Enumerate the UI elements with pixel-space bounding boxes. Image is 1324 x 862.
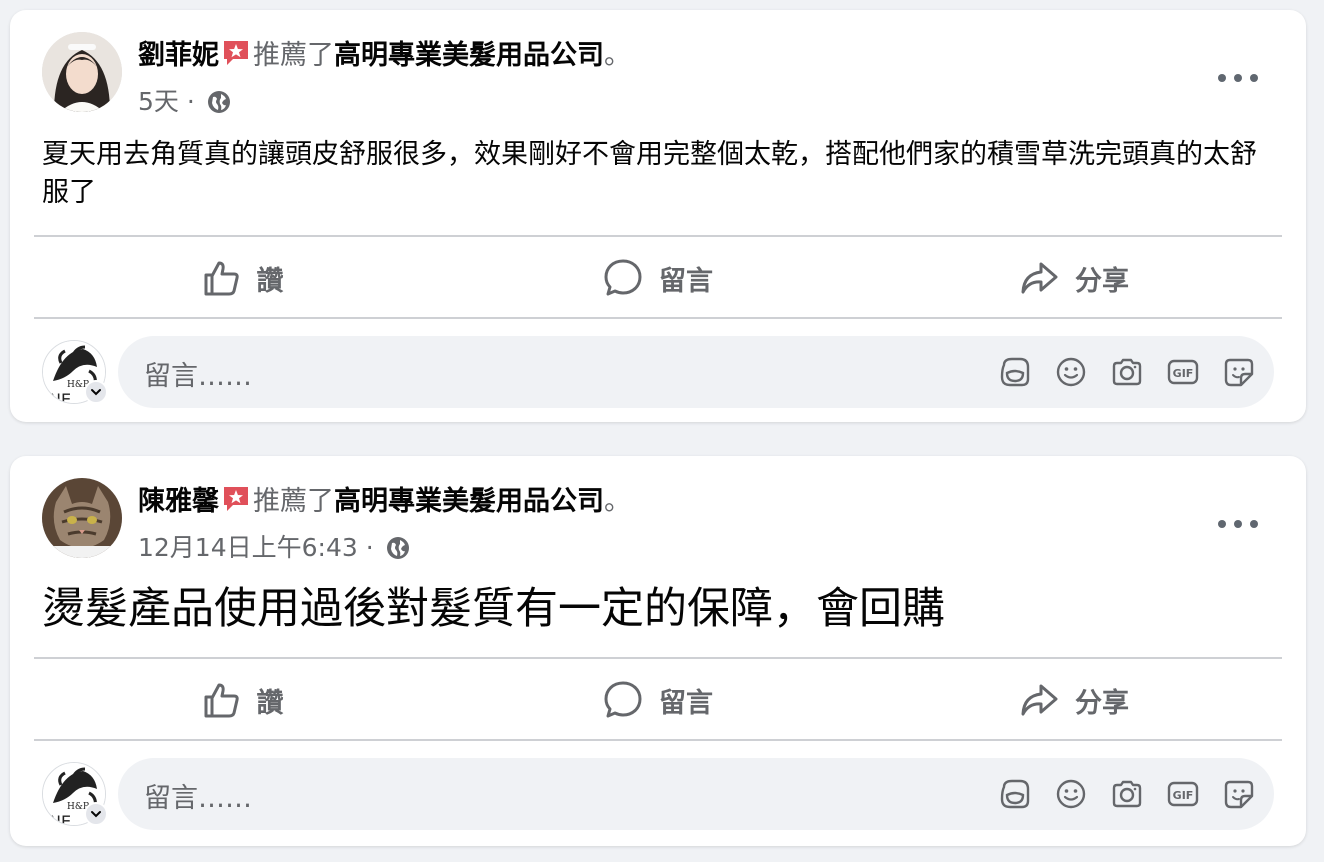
page-name[interactable]: 高明專業美髮用品公司 xyxy=(334,40,604,71)
comment-composer: H&R NE 留言…… GIF xyxy=(42,758,1274,832)
speech-bubble-icon xyxy=(604,681,642,718)
post-card: 陳雅馨 推薦了高明專業美髮用品公司。 12月14日上午6:43 · 燙髮產品使用過… xyxy=(10,456,1306,846)
sticker-button[interactable] xyxy=(1220,774,1258,814)
share-button[interactable]: 分享 xyxy=(866,660,1282,740)
composer-tools: GIF xyxy=(996,774,1258,814)
thumbs-up-icon xyxy=(204,683,239,718)
author-avatar[interactable] xyxy=(42,478,122,558)
emoji-icon xyxy=(1056,779,1086,809)
comment-label: 留言 xyxy=(659,265,713,297)
comment-button[interactable]: 留言 xyxy=(450,660,866,740)
divider xyxy=(34,657,1282,659)
svg-text:GIF: GIF xyxy=(1173,789,1194,802)
chevron-down-icon[interactable] xyxy=(84,380,108,404)
post-time[interactable]: 12月14日上午6:43 xyxy=(138,533,358,562)
sticker-icon xyxy=(1224,780,1254,809)
post-title: 劉菲妮 推薦了高明專業美髮用品公司。 xyxy=(138,38,631,73)
divider xyxy=(34,235,1282,237)
sticker-button[interactable] xyxy=(1220,352,1258,392)
meta-separator: · xyxy=(365,533,374,562)
post-title: 陳雅馨 推薦了高明專業美髮用品公司。 xyxy=(138,484,631,519)
gif-icon: GIF xyxy=(1167,781,1199,807)
comment-label: 留言 xyxy=(659,687,713,719)
sticker-icon xyxy=(1224,358,1254,387)
avatar-sticker-button[interactable] xyxy=(996,774,1034,814)
speech-bubble-icon xyxy=(604,259,642,296)
chevron-down-icon[interactable] xyxy=(84,802,108,826)
camera-button[interactable] xyxy=(1108,774,1146,814)
emoji-button[interactable] xyxy=(1052,352,1090,392)
recommend-verb: 推薦了 xyxy=(253,40,334,71)
emoji-button[interactable] xyxy=(1052,774,1090,814)
comment-placeholder: 留言…… xyxy=(144,361,252,392)
comment-input[interactable]: 留言…… GIF xyxy=(118,336,1274,408)
post-meta: 12月14日上午6:43 · xyxy=(138,528,410,564)
comment-button[interactable]: 留言 xyxy=(450,238,866,318)
post-actions: 讚 留言 分享 xyxy=(34,238,1282,318)
post-body: 夏天用去角質真的讓頭皮舒服很多，效果剛好不會用完整個太乾，搭配他們家的積雪草洗完… xyxy=(42,139,1257,208)
post-card: 劉菲妮 推薦了高明專業美髮用品公司。 5天 · 夏天用去角質真的讓頭皮舒服很多，效… xyxy=(10,10,1306,422)
author-name[interactable]: 陳雅馨 xyxy=(138,486,219,517)
like-label: 讚 xyxy=(256,687,284,719)
like-label: 讚 xyxy=(256,265,284,297)
post-meta: 5天 · xyxy=(138,82,231,118)
emoji-icon xyxy=(1056,357,1086,387)
star-tag-icon xyxy=(224,41,248,65)
meta-separator: · xyxy=(186,87,195,116)
more-options-button[interactable] xyxy=(1218,514,1258,534)
title-end: 。 xyxy=(604,40,631,71)
post-header: 陳雅馨 推薦了高明專業美髮用品公司。 12月14日上午6:43 · xyxy=(42,478,1306,562)
camera-icon xyxy=(1112,780,1142,808)
recommend-verb: 推薦了 xyxy=(253,486,334,517)
divider xyxy=(34,739,1282,741)
like-button[interactable]: 讚 xyxy=(34,238,450,318)
share-label: 分享 xyxy=(1075,265,1129,297)
page-name[interactable]: 高明專業美髮用品公司 xyxy=(334,486,604,517)
comment-placeholder: 留言…… xyxy=(144,783,252,814)
avatar-sticker-icon xyxy=(1000,357,1030,387)
title-end: 。 xyxy=(604,486,631,517)
post-actions: 讚 留言 分享 xyxy=(34,660,1282,740)
avatar-sticker-button[interactable] xyxy=(996,352,1034,392)
svg-text:NE: NE xyxy=(49,812,71,826)
like-button[interactable]: 讚 xyxy=(34,660,450,740)
gif-button[interactable]: GIF xyxy=(1164,352,1202,392)
svg-text:NE: NE xyxy=(49,390,71,404)
author-name[interactable]: 劉菲妮 xyxy=(138,40,219,71)
gif-button[interactable]: GIF xyxy=(1164,774,1202,814)
comment-input[interactable]: 留言…… GIF xyxy=(118,758,1274,830)
share-button[interactable]: 分享 xyxy=(866,238,1282,318)
author-avatar[interactable] xyxy=(42,32,122,112)
gif-icon: GIF xyxy=(1167,359,1199,385)
comment-composer: H&R NE 留言…… GIF xyxy=(42,336,1274,410)
camera-button[interactable] xyxy=(1108,352,1146,392)
star-tag-icon xyxy=(224,487,248,511)
more-options-button[interactable] xyxy=(1218,68,1258,88)
composer-tools: GIF xyxy=(996,352,1258,392)
post-header: 劉菲妮 推薦了高明專業美髮用品公司。 5天 · xyxy=(42,32,1306,116)
camera-icon xyxy=(1112,358,1142,386)
share-arrow-icon xyxy=(1021,262,1058,294)
globe-icon[interactable] xyxy=(386,536,410,560)
share-label: 分享 xyxy=(1075,687,1129,719)
share-arrow-icon xyxy=(1021,684,1058,716)
thumbs-up-icon xyxy=(204,261,239,296)
post-time[interactable]: 5天 xyxy=(138,87,179,116)
recommendations-feed: 劉菲妮 推薦了高明專業美髮用品公司。 5天 · 夏天用去角質真的讓頭皮舒服很多，效… xyxy=(0,0,1324,862)
post-body: 燙髮產品使用過後對髮質有一定的保障，會回購 xyxy=(42,584,945,634)
globe-icon[interactable] xyxy=(207,90,231,114)
svg-text:GIF: GIF xyxy=(1173,367,1194,380)
avatar-sticker-icon xyxy=(1000,779,1030,809)
divider xyxy=(34,317,1282,319)
